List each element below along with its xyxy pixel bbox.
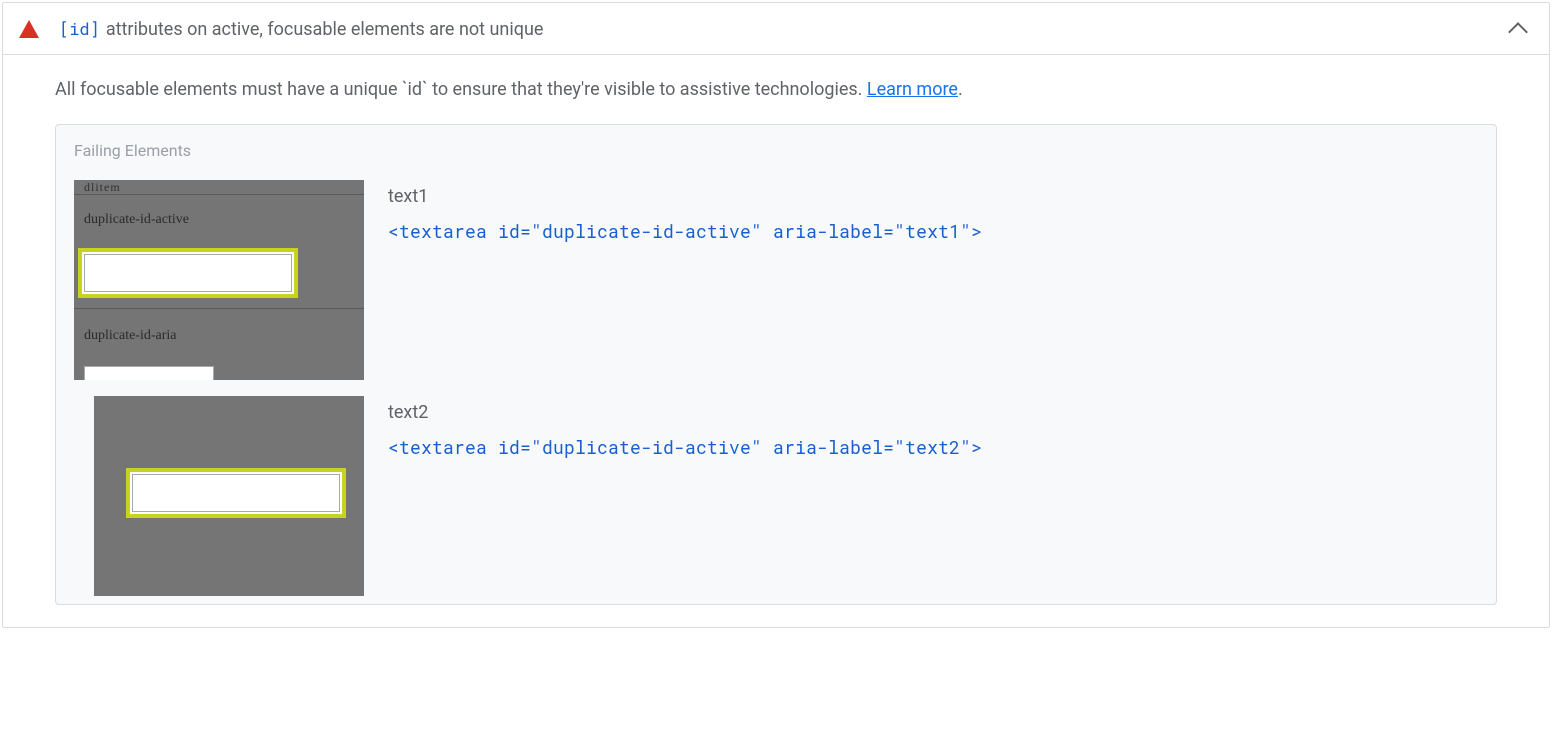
title-text: attributes on active, focusable elements… <box>106 19 544 40</box>
audit-card: [id] attributes on active, focusable ele… <box>2 2 1550 628</box>
failing-item[interactable]: dlitem duplicate-id-active duplicate-id-… <box>56 172 1496 388</box>
thumbnail-image: dlitem duplicate-id-active duplicate-id-… <box>74 180 364 380</box>
error-triangle-icon <box>19 20 39 38</box>
learn-more-link[interactable]: Learn more <box>867 79 958 100</box>
partial-box <box>84 366 214 380</box>
failing-item-body: text1 <textarea id="duplicate-id-active"… <box>388 180 1478 380</box>
divider-line <box>74 194 364 195</box>
thumbnail-image <box>94 396 364 596</box>
element-snippet: <textarea id="duplicate-id-active" aria-… <box>388 435 1478 459</box>
audit-header[interactable]: [id] attributes on active, focusable ele… <box>3 3 1549 55</box>
element-thumbnail <box>74 396 364 596</box>
element-snippet: <textarea id="duplicate-id-active" aria-… <box>388 219 1478 243</box>
thumb-section-label: duplicate-id-aria <box>84 328 177 344</box>
failing-elements-panel: Failing Elements dlitem duplicate-id-act… <box>55 124 1497 605</box>
failing-elements-header: Failing Elements <box>56 125 1496 172</box>
failing-item-body: text2 <textarea id="duplicate-id-active"… <box>388 396 1478 596</box>
failing-item[interactable]: text2 <textarea id="duplicate-id-active"… <box>56 388 1496 604</box>
description-text: All focusable elements must have a uniqu… <box>55 79 867 100</box>
audit-title: [id] attributes on active, focusable ele… <box>59 17 1511 40</box>
element-label: text1 <box>388 186 1478 207</box>
chevron-up-icon[interactable] <box>1508 22 1528 42</box>
thumb-cut-label: dlitem <box>84 180 121 195</box>
divider-line <box>74 308 364 309</box>
element-label: text2 <box>388 402 1478 423</box>
audit-description: All focusable elements must have a uniqu… <box>3 55 1549 124</box>
highlight-box <box>78 248 298 298</box>
highlight-box <box>126 468 346 518</box>
thumb-section-label: duplicate-id-active <box>84 212 189 228</box>
code-badge: [id] <box>59 17 100 40</box>
element-thumbnail: dlitem duplicate-id-active duplicate-id-… <box>74 180 364 380</box>
description-period: . <box>958 79 963 100</box>
